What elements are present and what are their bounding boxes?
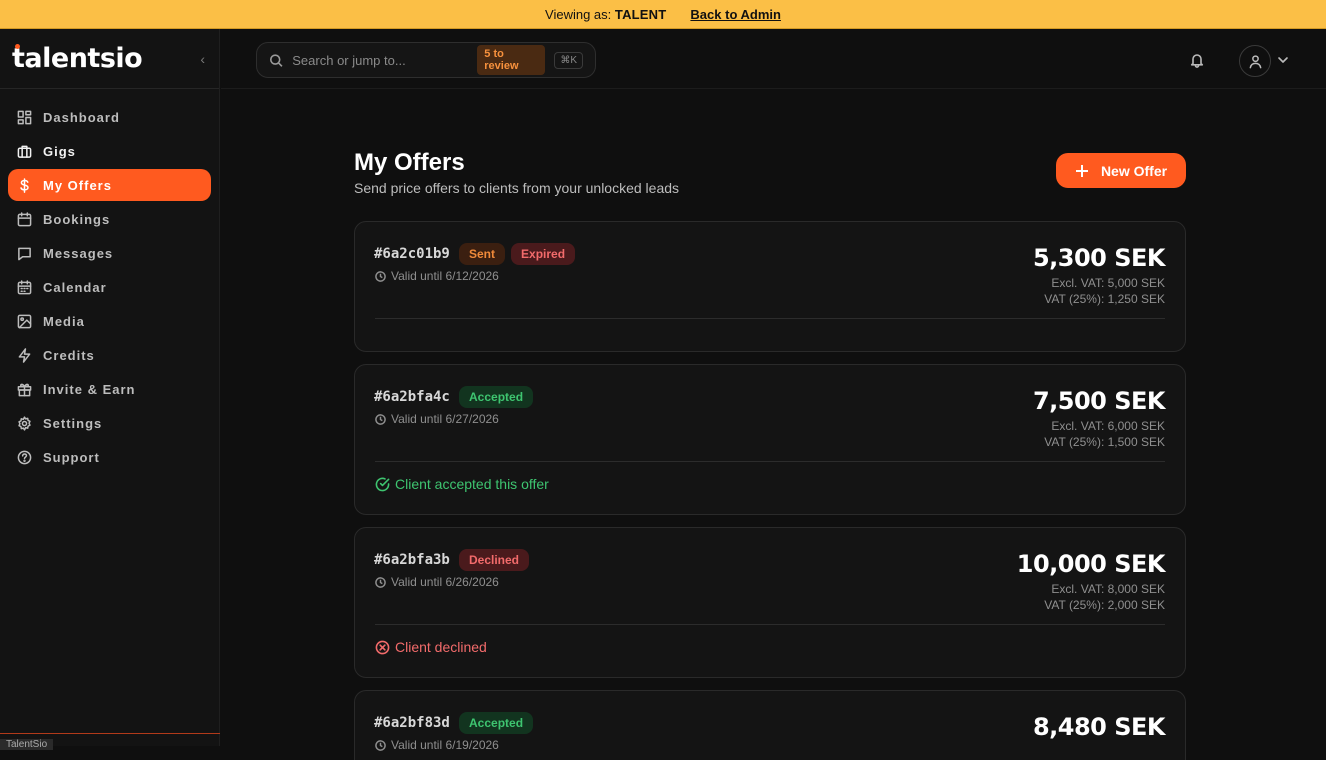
offer-badges: Accepted [459, 386, 534, 408]
logo-dot [15, 44, 20, 49]
viewing-as-text: Viewing as: TALENT [545, 6, 667, 22]
sidebar-item-media[interactable]: Media [8, 305, 211, 337]
offer-amount: 5,300 SEK [1032, 244, 1166, 272]
offer-amount: 8,480 SEK [1032, 713, 1166, 741]
offer-excl-vat: Excl. VAT: 5,000 SEK [1051, 276, 1165, 290]
offer-vat: VAT (25%): 1,500 SEK [1044, 435, 1165, 449]
offer-badges: Declined [459, 549, 530, 571]
card-divider [375, 624, 1165, 625]
gear-icon [18, 415, 31, 431]
status-badge-accepted: Accepted [459, 386, 534, 408]
offer-amount: 10,000 SEK [1016, 550, 1166, 578]
offer-excl-vat: Excl. VAT: 8,000 SEK [1051, 582, 1165, 596]
bolt-icon [18, 347, 31, 363]
status-badge-declined: Declined [459, 549, 530, 571]
offer-id: #6a2c01b9 [374, 246, 450, 262]
back-to-admin-link[interactable]: Back to Admin [690, 7, 781, 22]
image-icon [17, 314, 32, 328]
check-circle-icon [375, 477, 390, 491]
search-box[interactable]: 5 to review ⌘K [256, 42, 596, 78]
shortcut-hint: ⌘K [554, 51, 583, 69]
talentsio-logo[interactable]: talentsio [12, 43, 143, 74]
calendar-grid-icon [17, 279, 32, 294]
help-icon [17, 450, 32, 464]
sidebar-item-support[interactable]: Support [8, 441, 211, 473]
page-title: My Offers [354, 149, 465, 176]
offer-id: #6a2bfa3b [374, 552, 450, 568]
sidebar-item-bookings[interactable]: Bookings [8, 203, 211, 235]
offer-card[interactable]: #6a2bf83d Accepted Valid until 6/19/2026… [354, 690, 1186, 760]
offer-card[interactable]: #6a2bfa3b Declined Valid until 6/26/2026… [354, 527, 1186, 678]
offer-amount: 7,500 SEK [1032, 387, 1166, 415]
offer-validity: Valid until 6/26/2026 [375, 575, 499, 589]
card-divider [375, 318, 1165, 319]
offer-id: #6a2bf83d [374, 715, 450, 731]
sidebar-footer: TalentSio [0, 733, 220, 750]
sidebar: talentsio ‹ Dashboard Gigs My Offers Boo… [0, 29, 220, 750]
notifications-bell-icon[interactable] [1189, 52, 1205, 68]
briefcase-icon [17, 145, 32, 158]
page-header: My Offers Send price offers to clients f… [354, 140, 1186, 220]
page-subtitle: Send price offers to clients from your u… [354, 180, 680, 196]
sidebar-item-settings[interactable]: Settings [8, 407, 211, 439]
chevron-down-icon[interactable] [1277, 53, 1289, 65]
offer-card[interactable]: #6a2bfa4c Accepted Valid until 6/27/2026… [354, 364, 1186, 515]
role-label: TALENT [614, 6, 667, 22]
search-input[interactable] [292, 52, 469, 68]
sidebar-nav: Dashboard Gigs My Offers Bookings Messag… [0, 89, 219, 473]
calendar-icon [17, 211, 32, 226]
review-count-badge[interactable]: 5 to review [477, 45, 546, 75]
clock-icon [375, 270, 386, 282]
offers-main: My Offers Send price offers to clients f… [354, 140, 1186, 760]
gift-icon [17, 383, 32, 396]
offer-badges: Accepted [459, 712, 534, 734]
offer-badges: Sent Expired [459, 243, 576, 265]
chat-icon [18, 247, 31, 260]
dollar-icon [20, 177, 29, 193]
sidebar-item-messages[interactable]: Messages [8, 237, 211, 269]
status-badge-sent: Sent [459, 243, 506, 265]
card-divider [375, 461, 1165, 462]
offer-validity: Valid until 6/27/2026 [375, 412, 499, 426]
search-icon [269, 53, 283, 67]
new-offer-button[interactable]: New Offer [1056, 153, 1186, 188]
clock-icon [375, 413, 386, 425]
plus-icon [1075, 164, 1088, 177]
offer-status-declined: Client declined [375, 639, 487, 655]
clock-icon [375, 576, 386, 588]
sidebar-header: talentsio ‹ [0, 29, 219, 89]
x-circle-icon [375, 640, 390, 654]
sidebar-item-gigs[interactable]: Gigs [8, 135, 211, 167]
offer-vat: VAT (25%): 2,000 SEK [1044, 598, 1165, 612]
offer-status-accepted: Client accepted this offer [375, 476, 549, 492]
offer-validity: Valid until 6/19/2026 [375, 738, 499, 752]
status-badge-accepted: Accepted [459, 712, 534, 734]
sidebar-item-credits[interactable]: Credits [8, 339, 211, 371]
user-icon [1249, 54, 1261, 68]
impersonation-banner: Viewing as: TALENT Back to Admin [0, 0, 1326, 29]
offer-card[interactable]: #6a2c01b9 Sent Expired Valid until 6/12/… [354, 221, 1186, 352]
status-badge-expired: Expired [511, 243, 576, 265]
user-avatar[interactable] [1239, 45, 1271, 77]
grid-icon [17, 110, 32, 124]
clock-icon [375, 739, 386, 751]
offer-excl-vat: Excl. VAT: 6,000 SEK [1051, 419, 1165, 433]
sidebar-item-calendar[interactable]: Calendar [8, 271, 211, 303]
collapse-sidebar-icon[interactable]: ‹ [200, 51, 205, 67]
offer-vat: VAT (25%): 1,250 SEK [1044, 292, 1165, 306]
top-bar: 5 to review ⌘K [221, 29, 1326, 89]
offer-id: #6a2bfa4c [374, 389, 450, 405]
offer-validity: Valid until 6/12/2026 [375, 269, 499, 283]
sidebar-item-dashboard[interactable]: Dashboard [8, 101, 211, 133]
sidebar-item-my-offers[interactable]: My Offers [8, 169, 211, 201]
sidebar-item-invite-earn[interactable]: Invite & Earn [8, 373, 211, 405]
